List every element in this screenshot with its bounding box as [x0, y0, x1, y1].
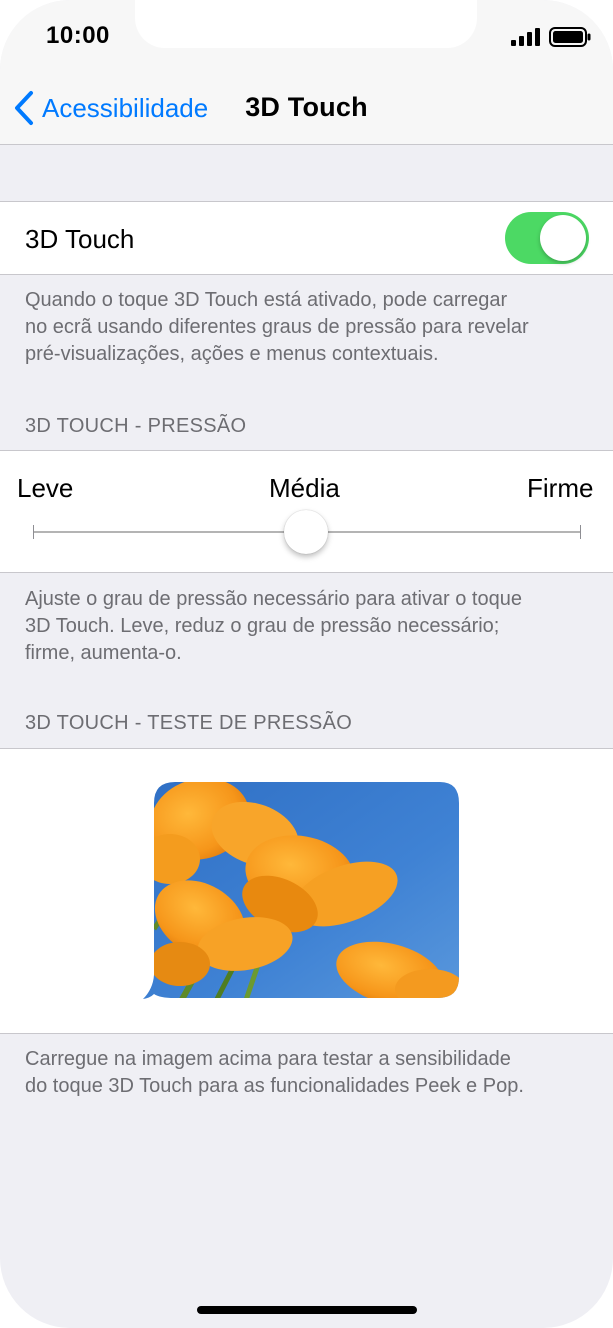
pressure-label-firm: Firme — [527, 473, 594, 503]
flower-test-image[interactable] — [140, 779, 462, 1003]
pressure-label-light: Leve — [17, 473, 74, 503]
home-indicator[interactable] — [197, 1306, 417, 1314]
pressure-label-medium: Média — [269, 473, 340, 503]
pressure-section-header: 3D TOUCH - PRESSÃO — [25, 415, 247, 437]
notch — [135, 0, 477, 48]
slider-tick-left — [33, 525, 34, 539]
back-button-label: Acessibilidade — [42, 92, 209, 123]
pressure-test-description: Carregue na imagem acima para testar a s… — [25, 1046, 590, 1100]
navigation-bar: 3D Touch Acessibilidade — [0, 70, 613, 145]
back-button[interactable]: Acessibilidade — [12, 88, 208, 128]
pressure-test-description-line: do toque 3D Touch para as funcionalidade… — [25, 1075, 524, 1097]
status-bar: 10:00 — [0, 0, 613, 70]
3d-touch-toggle-label: 3D Touch — [25, 224, 135, 254]
3d-touch-description: Quando o toque 3D Touch está ativado, po… — [25, 287, 590, 368]
3d-touch-description-line: no ecrã usando diferentes graus de press… — [25, 316, 529, 338]
pressure-description-line: Ajuste o grau de pressão necessário para… — [25, 588, 522, 610]
pressure-description-line: firme, aumenta-o. — [25, 642, 182, 664]
battery-icon — [549, 27, 591, 47]
3d-touch-switch[interactable] — [505, 212, 589, 264]
phone-screen: 10:00 3D Touch Acessibilidade 3D Touch Q… — [0, 0, 613, 1328]
pressure-description: Ajuste o grau de pressão necessário para… — [25, 586, 590, 667]
pressure-test-cell — [0, 748, 613, 1034]
3d-touch-description-line: pré-visualizações, ações e menus context… — [25, 343, 439, 365]
status-time: 10:00 — [46, 22, 110, 49]
cellular-signal-icon — [511, 28, 540, 46]
3d-touch-description-line: Quando o toque 3D Touch está ativado, po… — [25, 289, 508, 311]
pressure-test-section-header: 3D TOUCH - TESTE DE PRESSÃO — [25, 712, 353, 734]
chevron-left-icon — [15, 91, 33, 125]
pressure-test-description-line: Carregue na imagem acima para testar a s… — [25, 1048, 511, 1070]
3d-touch-toggle-cell: 3D Touch — [0, 201, 613, 275]
pressure-slider-cell: Leve Média Firme — [0, 450, 613, 573]
pressure-slider-thumb[interactable] — [284, 510, 328, 554]
pressure-description-line: 3D Touch. Leve, reduz o grau de pressão … — [25, 615, 500, 637]
switch-knob — [540, 215, 586, 261]
slider-tick-right — [580, 525, 581, 539]
